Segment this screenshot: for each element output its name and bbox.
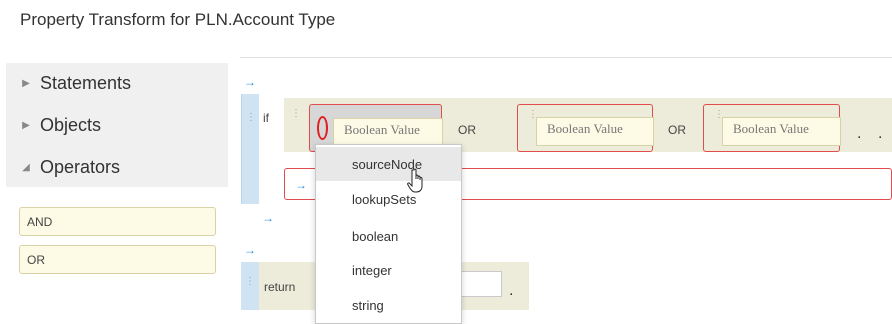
insert-arrow-icon[interactable]: → bbox=[295, 179, 307, 191]
menu-item-integer[interactable]: integer bbox=[316, 253, 461, 287]
expression-terminator-dot: . bbox=[857, 125, 862, 142]
sidebar-item-label: Statements bbox=[40, 72, 132, 93]
boolean-value-slot[interactable]: Boolean Value bbox=[536, 117, 654, 146]
insert-arrow-icon[interactable]: → bbox=[244, 244, 256, 256]
sidebar-item-statements[interactable]: ▶ Statements bbox=[6, 63, 228, 103]
menu-item-lookupsets[interactable]: lookupSets bbox=[316, 182, 461, 216]
sidebar-item-label: Operators bbox=[40, 156, 121, 177]
boolean-operand-box[interactable]: ⋮ Boolean Value bbox=[703, 104, 841, 152]
operator-chip-and[interactable]: AND bbox=[19, 207, 216, 236]
return-value-slot[interactable] bbox=[458, 271, 502, 297]
boolean-value-slot[interactable]: Boolean Value bbox=[722, 117, 841, 146]
palette-sidebar: ▶ Statements ▶ Objects ◢ Operators bbox=[6, 63, 228, 187]
menu-item-string[interactable]: string bbox=[316, 288, 461, 322]
return-keyword: return bbox=[264, 280, 296, 294]
boolean-value-slot[interactable]: Boolean Value bbox=[333, 118, 443, 147]
or-operator-label: OR bbox=[458, 123, 476, 137]
menu-item-sourcenode[interactable]: sourceNode bbox=[316, 147, 461, 181]
expression-terminator-dot: . bbox=[878, 125, 883, 142]
drag-handle-icon[interactable]: ⋮ bbox=[246, 112, 256, 123]
boolean-operand-box[interactable]: ⋮ Boolean Value bbox=[517, 104, 654, 152]
page-title: Property Transform for PLN.Account Type bbox=[20, 10, 336, 29]
operator-chip-or[interactable]: OR bbox=[19, 245, 216, 274]
value-type-dropdown: sourceNode lookupSets boolean integer st… bbox=[315, 144, 462, 324]
operand-label: Boolean Value bbox=[733, 121, 809, 136]
hand-pointer-icon bbox=[407, 168, 423, 193]
insert-arrow-icon[interactable]: → bbox=[262, 212, 274, 224]
sidebar-item-label: Objects bbox=[40, 114, 102, 135]
sidebar-item-objects[interactable]: ▶ Objects bbox=[6, 105, 228, 145]
triangle-right-icon: ▶ bbox=[22, 77, 30, 89]
if-statement-handle[interactable]: ⋮ bbox=[241, 94, 259, 204]
insert-arrow-icon[interactable]: → bbox=[244, 76, 256, 88]
drag-handle-icon[interactable]: ⋮ bbox=[245, 276, 255, 287]
or-operator-label: OR bbox=[668, 123, 686, 137]
return-terminator-dot: . bbox=[509, 282, 514, 299]
menu-item-boolean[interactable]: boolean bbox=[316, 219, 461, 253]
if-keyword: if bbox=[263, 111, 269, 125]
triangle-right-icon: ▶ bbox=[22, 119, 30, 131]
selected-handle-highlight[interactable] bbox=[317, 116, 328, 140]
sidebar-item-operators[interactable]: ◢ Operators bbox=[6, 147, 228, 187]
operand-label: Boolean Value bbox=[547, 121, 623, 136]
operand-label: Boolean Value bbox=[344, 122, 420, 137]
title-divider bbox=[240, 57, 892, 58]
drag-handle-icon[interactable]: ⋮ bbox=[291, 108, 301, 119]
return-statement-handle[interactable]: ⋮ bbox=[241, 262, 259, 310]
triangle-down-icon: ◢ bbox=[22, 161, 30, 173]
